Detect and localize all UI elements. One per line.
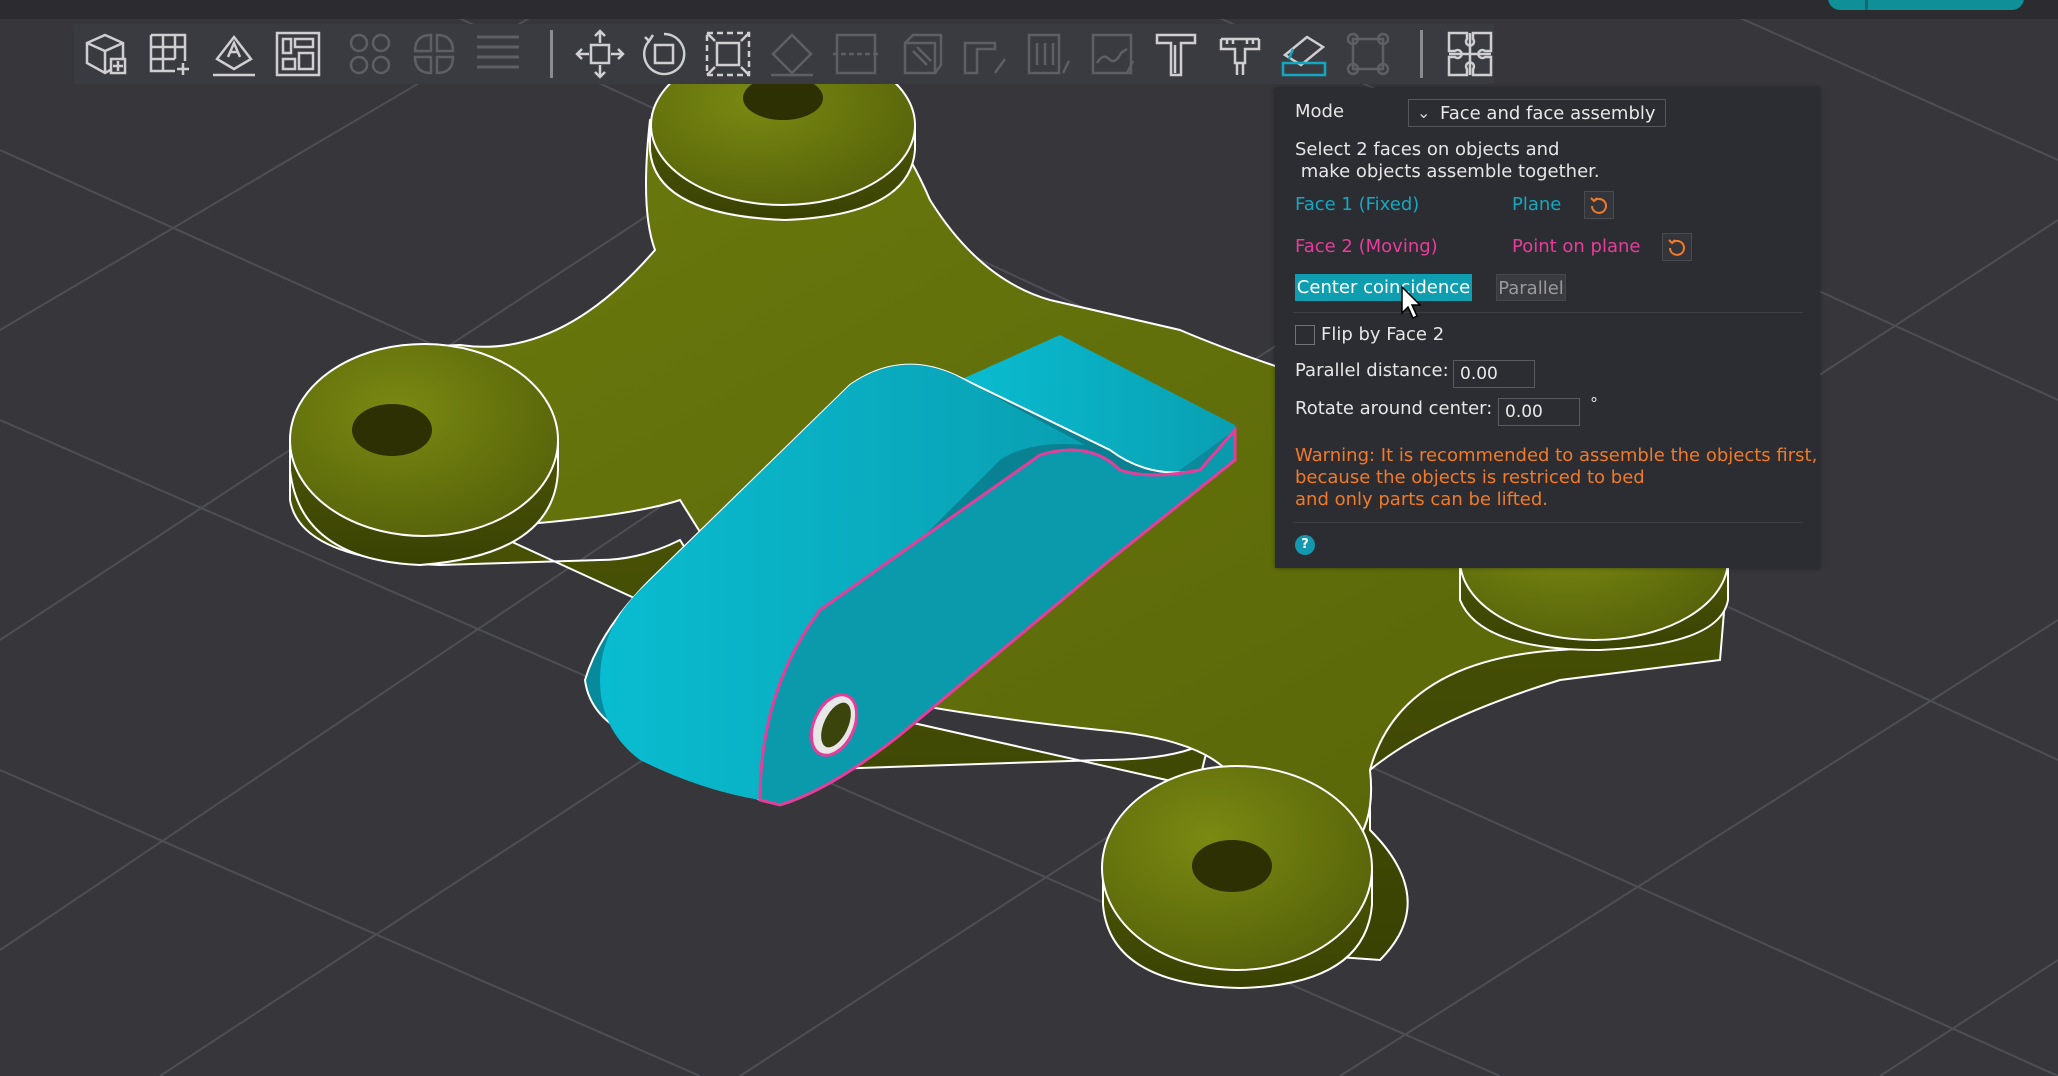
mode-dropdown[interactable]: ⌄ Face and face assembly — [1408, 99, 1666, 127]
chevron-down-icon: ⌄ — [1417, 103, 1431, 122]
center-coincidence-button[interactable]: Center coincidence — [1295, 274, 1472, 301]
mount-boss-left — [289, 343, 559, 567]
warning-text-line2: because the objects is restriced to bed — [1295, 467, 1645, 488]
measure-icon[interactable] — [1214, 28, 1266, 80]
mode-label: Mode — [1295, 101, 1345, 122]
flip-by-face2-checkbox[interactable] — [1295, 325, 1315, 345]
top-menu-strip — [0, 0, 2058, 19]
layers-icon[interactable] — [472, 28, 524, 80]
panel-divider — [1293, 522, 1803, 523]
seam-icon[interactable] — [958, 28, 1010, 80]
grid-add-icon[interactable] — [144, 28, 196, 80]
split-parts-icon[interactable] — [408, 28, 460, 80]
add-object-icon[interactable] — [80, 28, 132, 80]
split-objects-icon[interactable] — [344, 28, 396, 80]
flip-by-face2-label: Flip by Face 2 — [1321, 324, 1445, 345]
face2-reset-button[interactable] — [1662, 233, 1692, 261]
rotate-icon[interactable] — [638, 28, 690, 80]
lay-on-face-icon[interactable] — [766, 28, 818, 80]
warning-text-line3: and only parts can be lifted. — [1295, 489, 1548, 510]
paint-icon[interactable] — [894, 28, 946, 80]
rotate-around-center-input[interactable]: 0.00 — [1498, 398, 1580, 426]
instruction-text-line2: make objects assemble together. — [1295, 161, 1600, 182]
cut-icon[interactable] — [830, 28, 882, 80]
face1-label: Face 1 (Fixed) — [1295, 194, 1420, 215]
text-emboss-icon[interactable] — [208, 28, 260, 80]
assembly-icon[interactable] — [1278, 28, 1330, 80]
face1-reset-button[interactable] — [1584, 191, 1614, 219]
reset-icon — [1590, 197, 1607, 214]
help-icon[interactable]: ? — [1295, 535, 1315, 555]
instruction-text-line1: Select 2 faces on objects and — [1295, 139, 1560, 160]
top-right-button[interactable] — [1828, 0, 2024, 10]
supports-icon[interactable] — [1022, 28, 1074, 80]
warning-text-line1: Warning: It is recommended to assemble t… — [1295, 445, 1818, 466]
fuzzy-skin-icon[interactable] — [1086, 28, 1138, 80]
face2-type: Point on plane — [1512, 236, 1641, 257]
parallel-button[interactable]: Parallel — [1496, 274, 1566, 301]
brim-ears-icon[interactable] — [1342, 28, 1394, 80]
top-right-button-divider — [1865, 0, 1868, 10]
parallel-distance-input[interactable]: 0.00 — [1453, 360, 1535, 388]
text-icon[interactable] — [1150, 28, 1202, 80]
assembly-panel: Mode ⌄ Face and face assembly Select 2 f… — [1275, 88, 1820, 568]
arrange-icon[interactable] — [272, 28, 324, 80]
puzzle-icon[interactable] — [1444, 28, 1496, 80]
reset-icon — [1668, 239, 1685, 256]
face1-type: Plane — [1512, 194, 1562, 215]
mount-boss-bottom — [1101, 765, 1373, 990]
parallel-distance-label: Parallel distance: — [1295, 360, 1449, 381]
scale-icon[interactable] — [702, 28, 754, 80]
panel-divider — [1293, 312, 1803, 313]
toolbar-separator — [1420, 30, 1423, 78]
mode-dropdown-value: Face and face assembly — [1440, 103, 1656, 124]
move-icon[interactable] — [574, 28, 626, 80]
toolbar-separator — [550, 30, 553, 78]
face2-label: Face 2 (Moving) — [1295, 236, 1438, 257]
degree-unit: ° — [1590, 394, 1598, 413]
mouse-cursor-icon — [1401, 285, 1422, 320]
rotate-around-center-label: Rotate around center: — [1295, 398, 1493, 419]
